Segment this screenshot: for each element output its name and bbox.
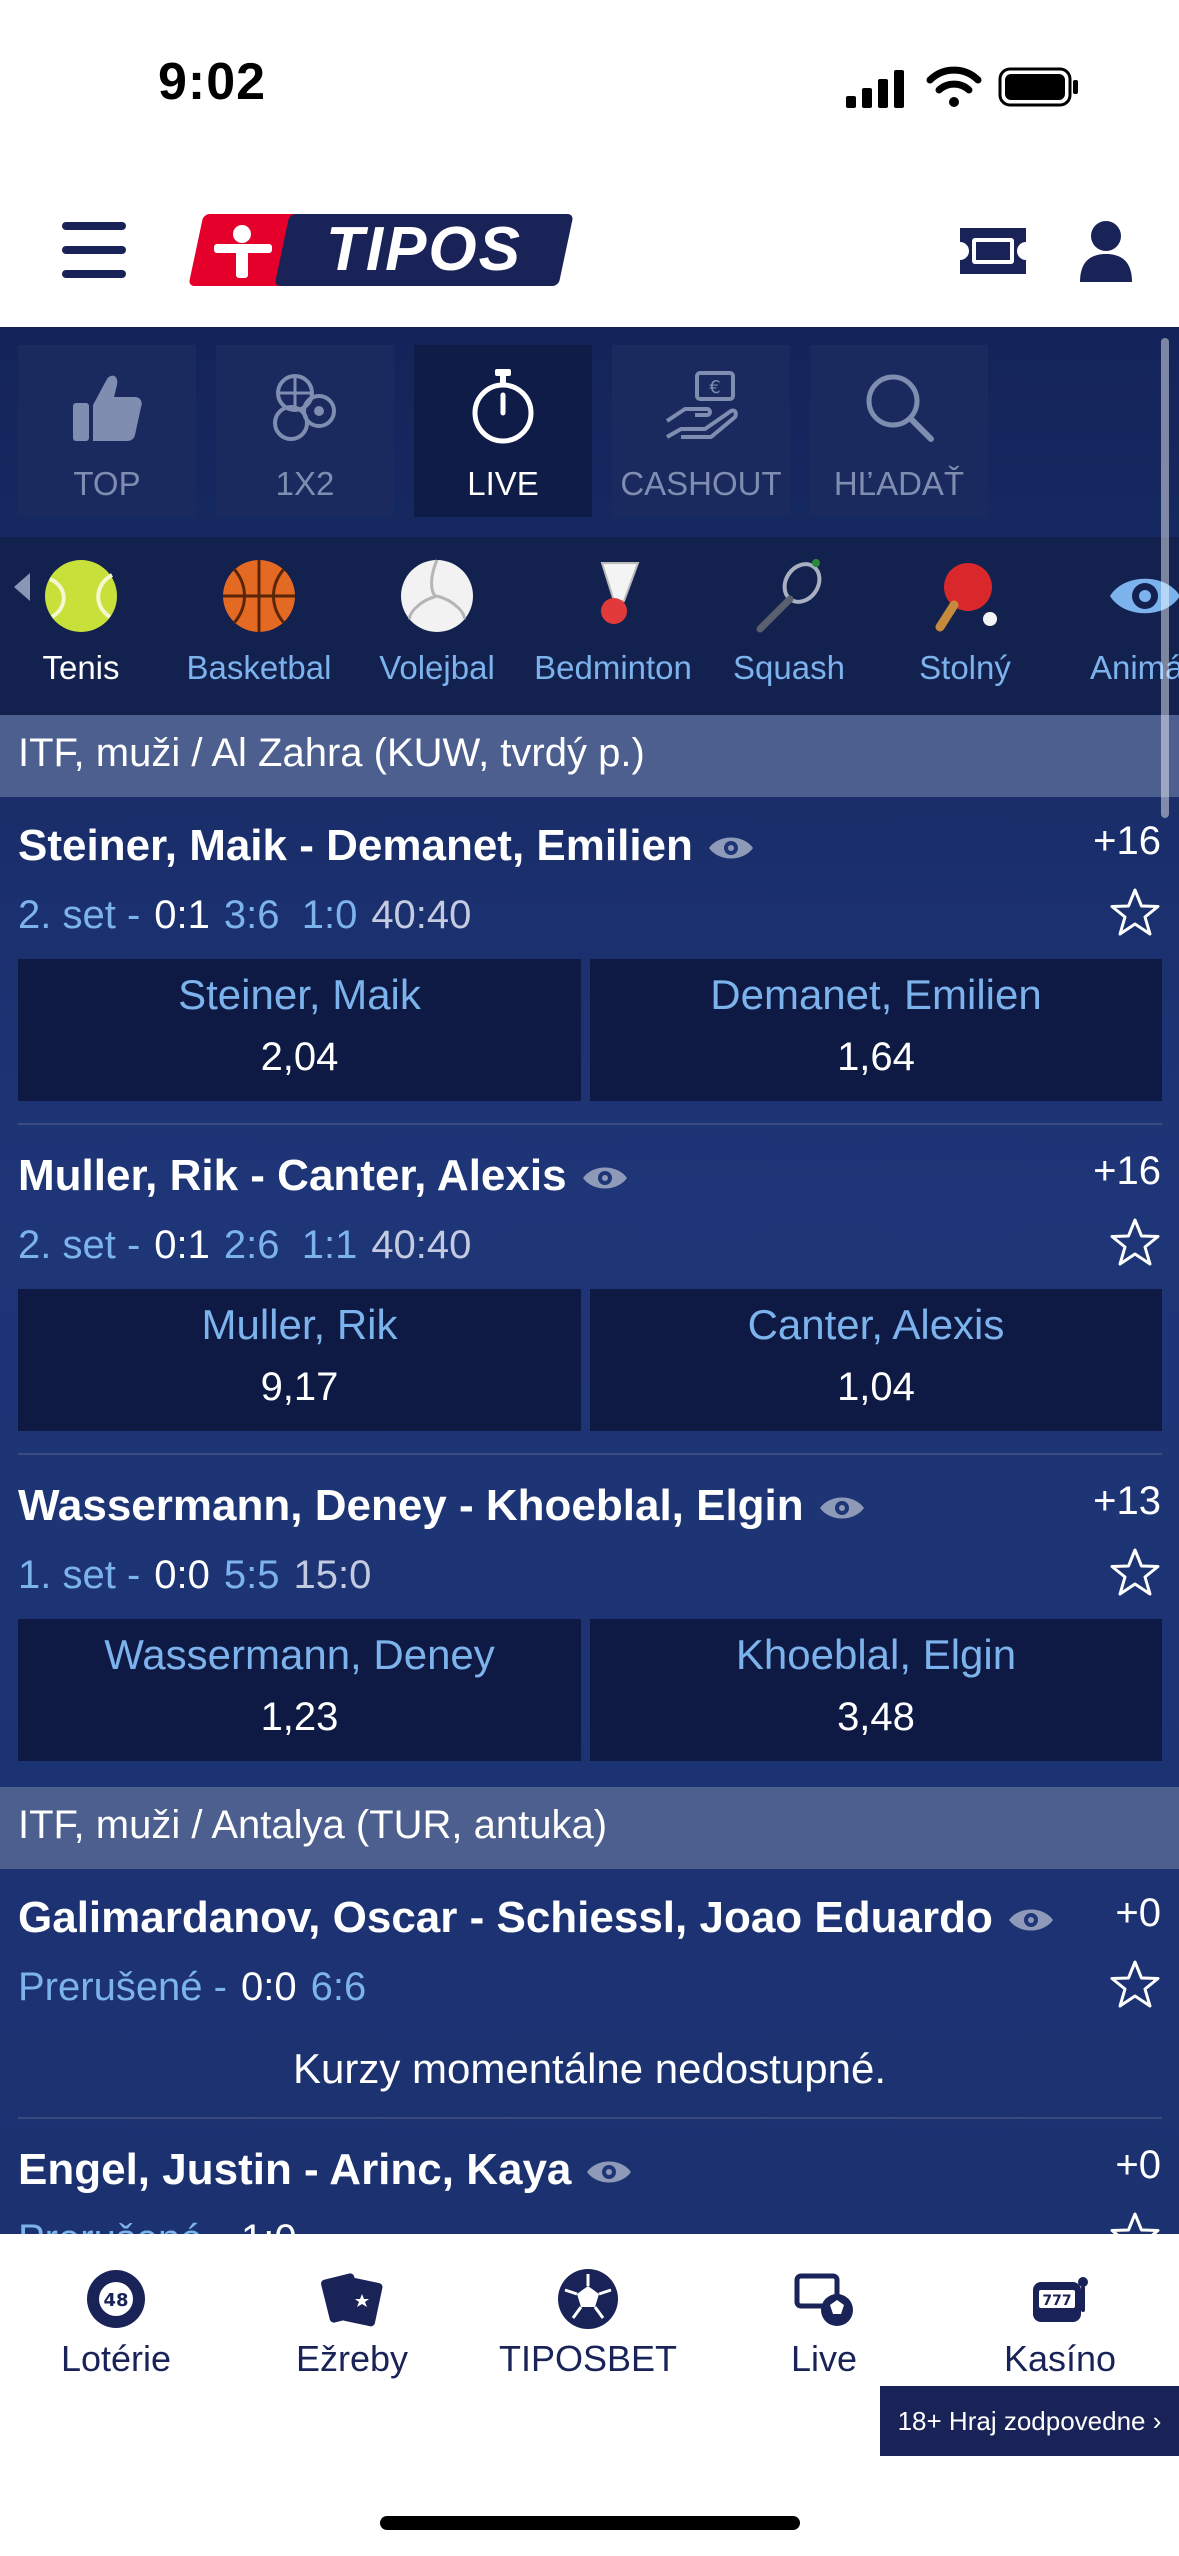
tab-search[interactable]: HĽADAŤ <box>810 345 988 517</box>
live-score: Prerušené -0:0 6:6 <box>18 1965 367 2009</box>
more-markets-count[interactable]: +16 <box>1093 1149 1161 1194</box>
live-score: Prerušené -1:0 <box>18 2217 297 2234</box>
nav-ezreby[interactable]: Ežreby <box>252 2254 452 2394</box>
tab-cashout[interactable]: € CASHOUT <box>612 345 790 517</box>
balls-icon <box>273 374 336 441</box>
favorite-star-icon[interactable] <box>1109 887 1161 939</box>
user-icon[interactable] <box>1078 218 1134 282</box>
more-markets-count[interactable]: +16 <box>1093 819 1161 864</box>
match-card[interactable]: Engel, Justin - Arinc, Kaya +0 Prerušené… <box>0 2121 1179 2234</box>
sport-volleyball[interactable]: Volejbal <box>342 537 532 725</box>
nav-lotteries[interactable]: 48 Lotérie <box>16 2254 216 2394</box>
live-score: 1. set -0:0 5:5 15:0 <box>18 1553 372 1597</box>
divider <box>18 2117 1162 2119</box>
thumbs-up-icon <box>73 375 142 441</box>
nav-live[interactable]: Live <box>724 2254 924 2394</box>
odds-button-home[interactable]: Muller, Rik 9,17 <box>18 1289 581 1431</box>
responsible-gaming-link[interactable]: 18+ Hraj zodpovedne › <box>880 2386 1179 2456</box>
match-title[interactable]: Muller, Rik - Canter, Alexis <box>18 1151 629 1201</box>
shuttlecock-icon <box>600 562 640 624</box>
league-header[interactable]: ITF, muži / Antalya (TUR, antuka) <box>0 1787 1179 1869</box>
odds-button-away[interactable]: Khoeblal, Elgin 3,48 <box>590 1619 1162 1761</box>
match-card[interactable]: Galimardanov, Oscar - Schiessl, Joao Edu… <box>0 1869 1179 2121</box>
mode-tabs: TOP 1X2 LIVE € CASHOUT HĽADAŤ <box>0 327 1179 537</box>
basketball-icon <box>223 560 295 632</box>
odds-button-home[interactable]: Wassermann, Deney 1,23 <box>18 1619 581 1761</box>
svg-text:777: 777 <box>1042 2293 1071 2309</box>
live-score: 2. set -0:1 3:6 1:0 40:40 <box>18 893 472 937</box>
league-header[interactable]: ITF, muži / Al Zahra (KUW, tvrdý p.) <box>0 715 1179 797</box>
tab-top[interactable]: TOP <box>18 345 196 517</box>
sport-basketball[interactable]: Basketbal <box>164 537 354 725</box>
more-markets-count[interactable]: +0 <box>1115 2143 1161 2188</box>
wifi-icon <box>926 66 982 107</box>
favorite-star-icon[interactable] <box>1109 1547 1161 1599</box>
tickets-icon <box>321 2273 383 2327</box>
menu-icon[interactable] <box>62 222 128 278</box>
odds-button-away[interactable]: Demanet, Emilien 1,64 <box>590 959 1162 1101</box>
nav-casino[interactable]: 777 Kasíno <box>960 2254 1160 2394</box>
home-indicator[interactable] <box>380 2516 800 2530</box>
svg-text:48: 48 <box>103 2290 128 2311</box>
live-score: 2. set -0:1 2:6 1:1 40:40 <box>18 1223 472 1267</box>
eye-icon[interactable] <box>585 2157 633 2187</box>
match-card[interactable]: Steiner, Maik - Demanet, Emilien +16 2. … <box>0 797 1179 1127</box>
stopwatch-icon <box>472 369 534 444</box>
live-betting-content[interactable]: TOP 1X2 LIVE € CASHOUT HĽADAŤ Tenis Bask… <box>0 327 1179 2234</box>
sport-animation[interactable]: Animác <box>1050 537 1179 725</box>
sport-badminton[interactable]: Bedminton <box>518 537 708 725</box>
favorite-star-icon[interactable] <box>1109 2211 1161 2234</box>
match-card[interactable]: Wassermann, Deney - Khoeblal, Elgin +13 … <box>0 1457 1179 1787</box>
table-tennis-icon <box>935 563 997 632</box>
soccer-ball-icon <box>558 2269 618 2329</box>
match-card[interactable]: Muller, Rik - Canter, Alexis +16 2. set … <box>0 1127 1179 1457</box>
tennis-ball-icon <box>45 560 117 632</box>
odds-button-away[interactable]: Canter, Alexis 1,04 <box>590 1289 1162 1431</box>
search-icon <box>866 374 934 442</box>
volleyball-icon <box>401 559 473 632</box>
squash-racket-icon <box>756 559 822 633</box>
logo-wordmark: TIPOS <box>274 214 574 286</box>
eye-icon[interactable] <box>1007 1905 1055 1935</box>
sport-tennis[interactable]: Tenis <box>0 537 176 725</box>
tipos-logo[interactable]: TIPOS <box>188 214 574 286</box>
match-title[interactable]: Galimardanov, Oscar - Schiessl, Joao Edu… <box>18 1893 1055 1943</box>
favorite-star-icon[interactable] <box>1109 1217 1161 1269</box>
odds-button-home[interactable]: Steiner, Maik 2,04 <box>18 959 581 1101</box>
more-markets-count[interactable]: +13 <box>1093 1479 1161 1524</box>
lottery-ball-icon: 48 <box>87 2270 145 2328</box>
more-markets-count[interactable]: +0 <box>1115 1891 1161 1936</box>
status-bar: 9:02 <box>0 0 1179 175</box>
eye-icon[interactable] <box>581 1163 629 1193</box>
divider <box>18 1453 1162 1455</box>
tab-live[interactable]: LIVE <box>414 345 592 517</box>
sport-squash[interactable]: Squash <box>694 537 884 725</box>
status-time: 9:02 <box>158 53 267 111</box>
battery-icon <box>998 67 1078 107</box>
nav-tiposbet[interactable]: TIPOSBET <box>488 2254 688 2394</box>
match-title[interactable]: Wassermann, Deney - Khoeblal, Elgin <box>18 1481 866 1531</box>
sport-selector[interactable]: Tenis Basketbal Volejbal Bedminton Squas… <box>0 537 1179 725</box>
sport-table-tennis[interactable]: Stolný <box>870 537 1060 725</box>
svg-text:€: € <box>709 377 720 398</box>
cashout-icon: € <box>665 371 738 439</box>
scrollbar[interactable] <box>1161 338 1169 818</box>
bottom-navigation: 48 Lotérie Ežreby TIPOSBET Live 777 Kasí… <box>0 2234 1179 2556</box>
cellular-signal-icon <box>846 70 904 108</box>
odds-unavailable-message: Kurzy momentálne nedostupné. <box>292 2045 887 2092</box>
live-tv-icon <box>794 2273 853 2326</box>
divider <box>18 1123 1162 1125</box>
tab-1x2[interactable]: 1X2 <box>216 345 394 517</box>
eye-icon[interactable] <box>707 833 755 863</box>
eye-icon[interactable] <box>818 1493 866 1523</box>
slot-machine-icon: 777 <box>1033 2277 1088 2322</box>
match-title[interactable]: Engel, Justin - Arinc, Kaya <box>18 2145 633 2195</box>
ticket-icon[interactable] <box>956 224 1030 278</box>
match-title[interactable]: Steiner, Maik - Demanet, Emilien <box>18 821 755 871</box>
favorite-star-icon[interactable] <box>1109 1959 1161 2011</box>
